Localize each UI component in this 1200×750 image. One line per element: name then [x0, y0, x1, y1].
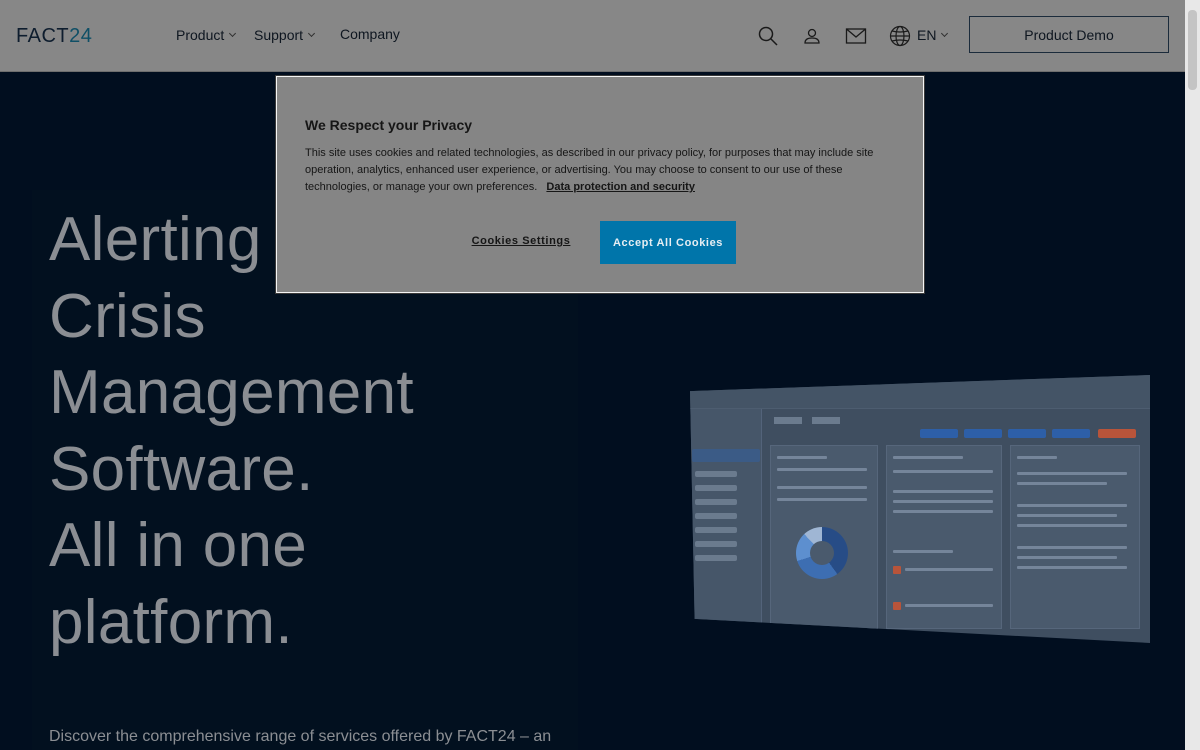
globe-icon[interactable]: [889, 25, 911, 47]
preview-alert-marker: [893, 566, 901, 574]
preview-text-line: [777, 468, 867, 471]
preview-text-line: [1017, 504, 1127, 507]
hero-description: Discover the comprehensive range of serv…: [49, 728, 552, 745]
accept-all-cookies-button[interactable]: Accept All Cookies: [600, 221, 736, 264]
preview-donut-chart: [796, 527, 848, 579]
preview-sidebar: [690, 409, 762, 643]
modal-title: We Respect your Privacy: [305, 117, 473, 133]
nav-company[interactable]: Company: [340, 26, 400, 42]
page-scrollbar[interactable]: [1185, 0, 1200, 750]
nav-product[interactable]: Product: [176, 27, 237, 43]
preview-sidebar-item: [695, 541, 737, 547]
logo-text: FACT: [16, 25, 70, 47]
search-icon[interactable]: [757, 25, 779, 47]
data-protection-link[interactable]: Data protection and security: [546, 181, 695, 193]
preview-text-line: [1017, 456, 1057, 459]
cookies-settings-button[interactable]: Cookies Settings: [457, 223, 585, 259]
preview-chip: [964, 429, 1002, 438]
preview-text-line: [893, 500, 993, 503]
preview-text-line: [1017, 482, 1107, 485]
chevron-down-icon: [941, 29, 949, 38]
preview-column: [886, 445, 1002, 629]
cookie-consent-modal: We Respect your Privacy This site uses c…: [275, 75, 925, 294]
preview-alert-marker: [893, 602, 901, 610]
chevron-down-icon: [308, 29, 316, 38]
modal-text: This site uses cookies and related techn…: [305, 145, 897, 196]
preview-chip: [1052, 429, 1090, 438]
nav-support-label: Support: [254, 27, 304, 43]
preview-sidebar-item: [695, 527, 737, 533]
preview-text-line: [893, 470, 993, 473]
preview-sidebar-item: [695, 555, 737, 561]
preview-text-line: [777, 456, 827, 459]
preview-chip: [1098, 429, 1136, 438]
preview-text-line: [893, 510, 993, 513]
preview-chip: [1008, 429, 1046, 438]
language-selector[interactable]: EN: [917, 27, 949, 43]
preview-sidebar-item: [695, 513, 737, 519]
product-demo-button[interactable]: Product Demo: [969, 16, 1169, 53]
preview-chip: [920, 429, 958, 438]
language-label: EN: [917, 27, 937, 43]
logo-number: 24: [69, 25, 93, 47]
preview-text-line: [777, 498, 867, 501]
preview-text-line: [1017, 566, 1127, 569]
app-screenshot-preview: [690, 375, 1150, 643]
hero-title-line: All in one: [49, 511, 308, 580]
preview-text-line: [777, 486, 867, 489]
chevron-down-icon: [229, 29, 237, 38]
site-header: FACT24 Product Support Company EN Produc…: [0, 0, 1185, 72]
preview-text-line: [893, 550, 953, 553]
scrollbar-thumb[interactable]: [1188, 10, 1197, 90]
nav-company-label: Company: [340, 26, 400, 42]
nav-support[interactable]: Support: [254, 27, 316, 43]
preview-sidebar-active: [692, 449, 760, 462]
preview-tab: [774, 417, 802, 424]
preview-text-line: [1017, 514, 1117, 517]
hero-title-line: platform.: [49, 587, 293, 657]
preview-sidebar-item: [695, 499, 737, 505]
preview-text-line: [893, 490, 993, 493]
preview-text-line: [1017, 556, 1117, 559]
mail-icon[interactable]: [845, 25, 867, 47]
hero-title-line: Software.: [49, 434, 314, 504]
preview-text-line: [1017, 524, 1127, 527]
preview-text-line: [905, 604, 993, 607]
preview-tab: [812, 417, 840, 424]
preview-topbar: [690, 375, 1150, 409]
preview-text-line: [893, 456, 963, 459]
preview-text-line: [1017, 546, 1127, 549]
preview-sidebar-item: [695, 471, 737, 477]
preview-text-line: [905, 568, 993, 571]
hero-title-line: Management: [49, 358, 414, 427]
preview-text-line: [1017, 472, 1127, 475]
nav-product-label: Product: [176, 27, 225, 43]
user-icon[interactable]: [801, 25, 823, 47]
fact24-logo[interactable]: FACT24: [16, 25, 92, 48]
preview-column: [1010, 445, 1140, 629]
preview-sidebar-item: [695, 485, 737, 491]
